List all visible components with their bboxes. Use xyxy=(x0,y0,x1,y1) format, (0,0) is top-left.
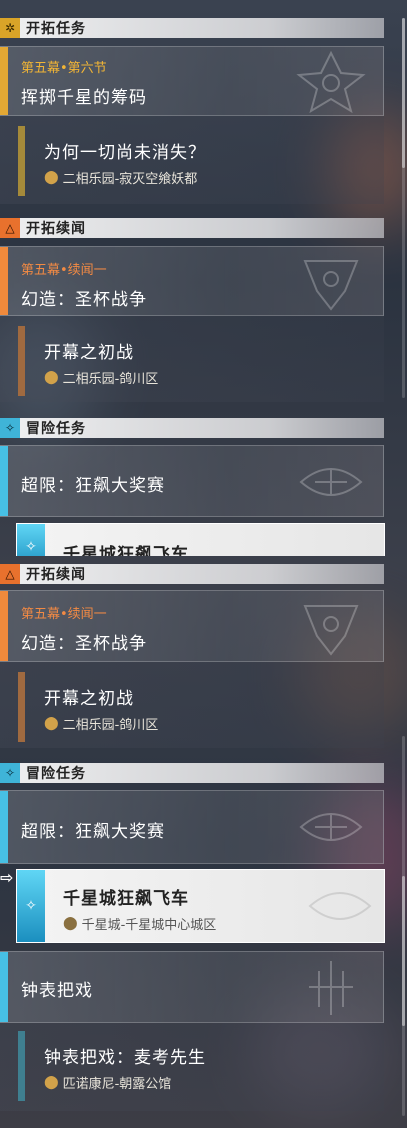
section-title: 冒险任务 xyxy=(26,766,86,782)
mission-card-adventure[interactable]: 超限：狂飙大奖赛 xyxy=(0,445,384,517)
step-location: ⬤ 千星城-千星城中心城区 xyxy=(63,914,216,933)
step-location: ⬤ 匹诺康尼-朝露公馆 xyxy=(44,1073,171,1092)
location-text: 二相乐园-鸽川区 xyxy=(62,372,159,387)
companion-emblem-icon xyxy=(303,260,359,311)
step-bar xyxy=(18,1031,25,1101)
step-bar xyxy=(18,126,25,196)
step-location: ⬤ 二相乐园-鸽川区 xyxy=(44,714,158,733)
step-bar xyxy=(18,326,25,396)
location-pin-icon: ⬤ xyxy=(44,716,59,731)
selection-arrow-icon: ⇨ xyxy=(0,868,14,887)
location-pin-icon: ⬤ xyxy=(44,170,59,185)
mission-title: 钟表把戏 xyxy=(21,981,93,1001)
step-title: 千星城狂飙飞车 xyxy=(63,889,189,909)
mission-card-clock[interactable]: 钟表把戏 xyxy=(0,951,384,1023)
scrollbar[interactable] xyxy=(402,18,405,398)
scrollbar[interactable] xyxy=(402,736,405,1116)
mission-step-selected-partial[interactable]: ✧ 千星城狂飙飞车 xyxy=(16,523,385,556)
section-title: 开拓续闻 xyxy=(26,567,86,583)
scrollbar-thumb[interactable] xyxy=(402,876,405,1026)
mission-card-adventure[interactable]: 超限：狂飙大奖赛 xyxy=(0,790,384,864)
mission-card-trailblaze[interactable]: 第五幕•第六节 挥掷千星的筹码 xyxy=(0,46,384,116)
mission-title: 超限：狂飙大奖赛 xyxy=(21,822,165,842)
mission-accent-bar xyxy=(0,952,8,1022)
step-location: ⬤ 二相乐园-寂灭空飨妖都 xyxy=(44,168,197,187)
mission-step-selected[interactable]: ✧ 千星城狂飙飞车 ⬤ 千星城-千星城中心城区 xyxy=(16,869,385,943)
companion-mission-icon: △ xyxy=(0,218,20,238)
section-title: 开拓任务 xyxy=(26,21,86,37)
scrollbar-thumb[interactable] xyxy=(402,18,405,168)
section-header-companion: △ 开拓续闻 xyxy=(0,564,384,584)
mission-chapter: 第五幕•续闻一 xyxy=(21,607,107,622)
mission-accent-bar xyxy=(0,791,8,863)
section-header-adventure: ✧ 冒险任务 xyxy=(0,763,384,783)
trailblaze-mission-icon: ✲ xyxy=(0,18,20,38)
step-title: 千星城狂飙飞车 xyxy=(63,545,189,556)
mission-accent-bar xyxy=(0,591,8,661)
mission-title: 幻造：圣杯战争 xyxy=(21,290,147,310)
step-location: ⬤ 二相乐园-鸽川区 xyxy=(44,368,158,387)
mission-card-companion[interactable]: 第五幕•续闻一 幻造：圣杯战争 xyxy=(0,246,384,316)
location-text: 二相乐园-寂灭空飨妖都 xyxy=(62,172,198,187)
mission-accent-bar xyxy=(0,446,8,516)
mission-title: 幻造：圣杯战争 xyxy=(21,634,147,654)
companion-mission-icon: △ xyxy=(0,564,20,584)
mission-step-trailblaze[interactable]: 为何一切尚未消失？ ⬤ 二相乐园-寂灭空飨妖都 xyxy=(0,116,384,204)
mission-title: 超限：狂飙大奖赛 xyxy=(21,476,165,496)
location-pin-icon: ⬤ xyxy=(63,916,78,931)
mission-step-companion[interactable]: 开幕之初战 ⬤ 二相乐园-鸽川区 xyxy=(0,316,384,402)
location-pin-icon: ⬤ xyxy=(44,1075,59,1090)
mission-list-panel-top: ✲ 开拓任务 第五幕•第六节 挥掷千星的筹码 为何一切尚未消失？ ⬤ 二相乐园-… xyxy=(0,0,407,556)
mission-step-companion[interactable]: 开幕之初战 ⬤ 二相乐园-鸽川区 xyxy=(0,662,384,748)
adventure-emblem-icon xyxy=(308,892,372,920)
section-title: 开拓续闻 xyxy=(26,221,86,237)
location-pin-icon: ⬤ xyxy=(44,370,59,385)
step-title: 钟表把戏：麦考先生 xyxy=(44,1048,206,1068)
adventure-emblem-icon xyxy=(299,813,363,841)
mission-step-clock[interactable]: 钟表把戏：麦考先生 ⬤ 匹诺康尼-朝露公馆 xyxy=(0,1023,384,1111)
section-header-adventure: ✧ 冒险任务 xyxy=(0,418,384,438)
section-header-companion: △ 开拓续闻 xyxy=(0,218,384,238)
location-text: 千星城-千星城中心城区 xyxy=(81,918,217,933)
location-text: 匹诺康尼-朝露公馆 xyxy=(62,1077,172,1092)
section-header-trailblaze: ✲ 开拓任务 xyxy=(0,18,384,38)
adventure-mission-icon: ✧ xyxy=(0,418,20,438)
step-title: 开幕之初战 xyxy=(44,343,134,363)
trailblaze-emblem-icon xyxy=(296,51,366,113)
step-title: 开幕之初战 xyxy=(44,689,134,709)
step-bar xyxy=(18,672,25,742)
companion-emblem-icon xyxy=(303,605,359,656)
section-title: 冒险任务 xyxy=(26,421,86,437)
mission-chapter: 第五幕•续闻一 xyxy=(21,263,107,278)
mission-chapter: 第五幕•第六节 xyxy=(21,61,107,76)
clock-emblem-icon xyxy=(309,961,353,1015)
step-title: 为何一切尚未消失？ xyxy=(44,143,206,163)
adventure-mission-icon: ✧ xyxy=(0,763,20,783)
adventure-diamond-icon: ✧ xyxy=(17,524,45,556)
mission-accent-bar xyxy=(0,47,8,115)
location-text: 二相乐园-鸽川区 xyxy=(62,718,159,733)
mission-title: 挥掷千星的筹码 xyxy=(21,88,147,108)
mission-list-panel-bottom: △ 开拓续闻 第五幕•续闻一 幻造：圣杯战争 开幕之初战 ⬤ 二相乐园-鸽川区 … xyxy=(0,556,407,1128)
adventure-emblem-icon xyxy=(299,468,363,496)
mission-card-companion[interactable]: 第五幕•续闻一 幻造：圣杯战争 xyxy=(0,590,384,662)
mission-accent-bar xyxy=(0,247,8,315)
adventure-diamond-icon: ✧ xyxy=(17,870,45,942)
